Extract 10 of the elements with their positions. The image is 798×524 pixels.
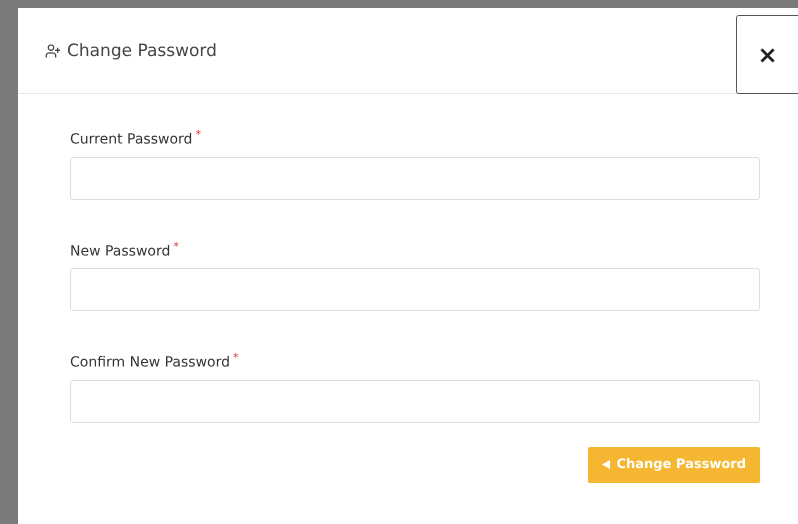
password-field[interactable] bbox=[70, 380, 760, 423]
password-field[interactable] bbox=[70, 156, 760, 200]
triangle-icon bbox=[602, 460, 610, 470]
password-field[interactable] bbox=[70, 268, 760, 312]
close-button[interactable]: × bbox=[736, 15, 798, 94]
dialog-title: Change Password bbox=[67, 40, 217, 60]
field-label: New Password $^{*}$ bbox=[70, 240, 180, 260]
user-plus-icon bbox=[45, 42, 61, 58]
field-label: Current Password $^{*}$ bbox=[70, 128, 202, 148]
field-label: Confirm New Password $^{*}$ bbox=[70, 351, 240, 371]
